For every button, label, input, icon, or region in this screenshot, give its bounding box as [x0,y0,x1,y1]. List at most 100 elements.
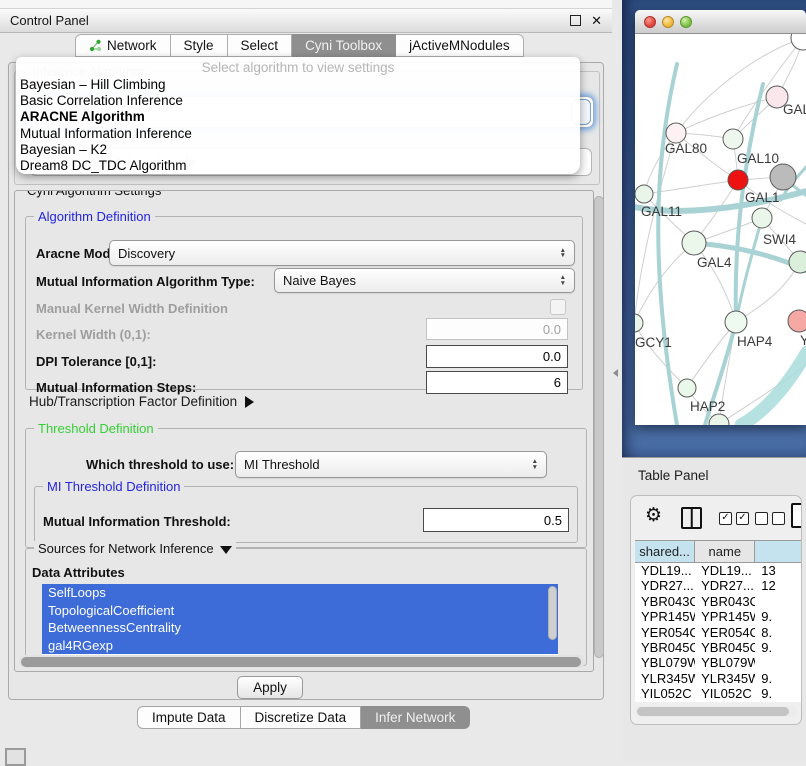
column-header[interactable]: name [695,541,755,562]
table-row[interactable]: YPR145WYPR145W9. [635,609,802,624]
settings-hscrollbar-thumb[interactable] [21,657,581,667]
sources-legend[interactable]: Sources for Network Inference [34,541,236,556]
data-attributes-list[interactable]: SelfLoopsTopologicalCoefficientBetweenne… [42,584,558,660]
network-node-swi4[interactable] [752,208,772,228]
network-node-gal11[interactable] [635,185,653,203]
deselect-all-checks-icon[interactable] [755,512,785,525]
network-node-gal1[interactable] [728,170,748,190]
mi-steps-value: 6 [554,375,561,390]
table-hscrollbar[interactable] [635,706,797,717]
network-node-gcy1[interactable] [635,314,643,332]
table-row[interactable]: YLR345WYLR345W9. [635,671,802,686]
column-header[interactable] [755,541,802,562]
algorithm-option[interactable]: Bayesian – Hill Climbing [16,77,580,93]
splitter-collapse-icon[interactable] [613,369,618,377]
table-row[interactable]: YDR27...YDR27...12 [635,578,802,593]
tab-cyni-toolbox[interactable]: Cyni Toolbox [292,34,396,57]
network-node-gal80[interactable] [666,123,686,143]
mi-threshold-field[interactable]: 0.5 [423,508,569,532]
network-canvas[interactable]: GALGAL80GAL10GAL1GAL11GAL4SWI4GCY1HAP4YH… [635,34,806,425]
minimize-traffic-light-icon[interactable] [662,16,674,28]
export-table-icon[interactable] [791,503,802,528]
node-label: GAL4 [697,255,732,270]
algorithm-option[interactable]: Bayesian – K2 [16,142,580,158]
close-icon[interactable]: ✕ [591,16,602,26]
network-node[interactable] [770,164,796,190]
table-row[interactable]: YBL079WYBL079W [635,655,802,670]
table-toolbar: ⚙ ✓✓ [631,496,801,538]
data-attribute-item[interactable]: gal4RGexp [42,637,558,655]
dock-icon[interactable] [5,748,26,766]
table-cell: YIL052C [635,686,695,701]
node-label: HAP2 [690,399,725,414]
network-node[interactable] [791,34,806,50]
table-row[interactable]: YBR045CYBR045C9. [635,640,802,655]
cyni-algorithm-settings-group: Cyni Algorithm Settings Algorithm Defini… [14,190,594,672]
network-node[interactable] [709,414,729,425]
zoom-traffic-light-icon[interactable] [680,16,692,28]
network-nodes: GALGAL80GAL10GAL1GAL11GAL4SWI4GCY1HAP4YH… [635,34,806,425]
node-table[interactable]: shared...name YDL19...YDL19...13YDR27...… [635,540,802,702]
apply-button[interactable]: Apply [237,676,303,699]
table-row[interactable]: YIL052CYIL052C9. [635,686,802,701]
table-row[interactable]: YDL19...YDL19...13 [635,563,802,578]
table-hscrollbar-thumb[interactable] [637,707,789,716]
columns-icon[interactable] [681,507,702,529]
list-scrollbar[interactable] [548,586,557,640]
tab-infer-network[interactable]: Infer Network [361,706,470,729]
algorithm-dropdown-popup: Select algorithm to view settings Bayesi… [16,57,580,174]
network-window-titlebar[interactable] [635,10,806,34]
tab-impute-data[interactable]: Impute Data [137,706,241,729]
tab-discretize-data[interactable]: Discretize Data [241,706,362,729]
network-node-gal10[interactable] [723,129,743,149]
tab-select[interactable]: Select [228,34,293,57]
cyni-bottom-tabbar: Impute Data Discretize Data Infer Networ… [137,706,470,729]
table-cell [755,594,802,609]
table-cell: YDL19... [695,563,755,578]
settings-hscrollbar[interactable] [19,655,585,668]
tab-jactivemnodules[interactable]: jActiveMNodules [396,34,524,57]
column-header[interactable]: shared... [635,541,695,562]
close-traffic-light-icon[interactable] [644,16,656,28]
algorithm-option[interactable]: Dream8 DC_TDC Algorithm [16,158,580,174]
network-node-hap4[interactable] [725,311,747,333]
network-icon [89,39,102,52]
table-row[interactable]: YER054CYER054C8. [635,625,802,640]
float-window-icon[interactable] [570,15,581,26]
network-node-hap2[interactable] [678,379,696,397]
control-panel-title: Control Panel [10,13,89,28]
mi-threshold-label: Mutual Information Threshold: [43,514,231,529]
network-node-gal4[interactable] [682,231,706,255]
algorithm-option[interactable]: Mutual Information Inference [16,126,580,142]
kernel-width-field[interactable]: 0.0 [426,318,568,340]
which-threshold-select[interactable]: MI Threshold ▲▼ [235,451,547,478]
algorithm-option[interactable]: ARACNE Algorithm [16,109,580,125]
algorithm-option[interactable]: Basic Correlation Inference [16,93,580,109]
data-attribute-item[interactable]: BetweennessCentrality [42,619,558,637]
aracne-mode-select[interactable]: Discovery ▲▼ [109,240,575,266]
tab-style[interactable]: Style [171,34,228,57]
hub-tf-expander[interactable]: Hub/Transcription Factor Definition [29,394,254,409]
network-node[interactable] [789,251,806,273]
node-label: GAL10 [737,151,779,166]
settings-vscrollbar[interactable] [594,196,604,658]
table-cell: YBR045C [635,640,695,655]
tab-jactivemnodules-label: jActiveMNodules [409,38,510,53]
network-node-y[interactable] [788,310,806,332]
table-cell: 9. [755,686,802,701]
mi-type-select[interactable]: Naive Bayes ▲▼ [274,268,575,293]
table-cell: YBL079W [635,655,695,670]
control-panel-titlebar: Control Panel ✕ [0,9,612,33]
data-attribute-item[interactable]: SelfLoops [42,584,558,602]
table-row[interactable]: YBR043CYBR043C [635,594,802,609]
mi-steps-field[interactable]: 6 [426,371,568,394]
network-view-window[interactable]: GALGAL80GAL10GAL1GAL11GAL4SWI4GCY1HAP4YH… [635,10,806,425]
select-all-checks-icon[interactable]: ✓✓ [719,512,749,525]
tab-network[interactable]: Network [75,34,171,57]
mi-steps-label: Mutual Information Steps: [36,380,196,395]
dpi-tolerance-field[interactable]: 0.0 [426,345,568,368]
table-cell: YDR27... [635,578,695,593]
data-attribute-item[interactable]: TopologicalCoefficient [42,602,558,620]
gear-icon[interactable]: ⚙ [645,504,662,527]
manual-kernel-width-checkbox[interactable] [550,299,566,315]
